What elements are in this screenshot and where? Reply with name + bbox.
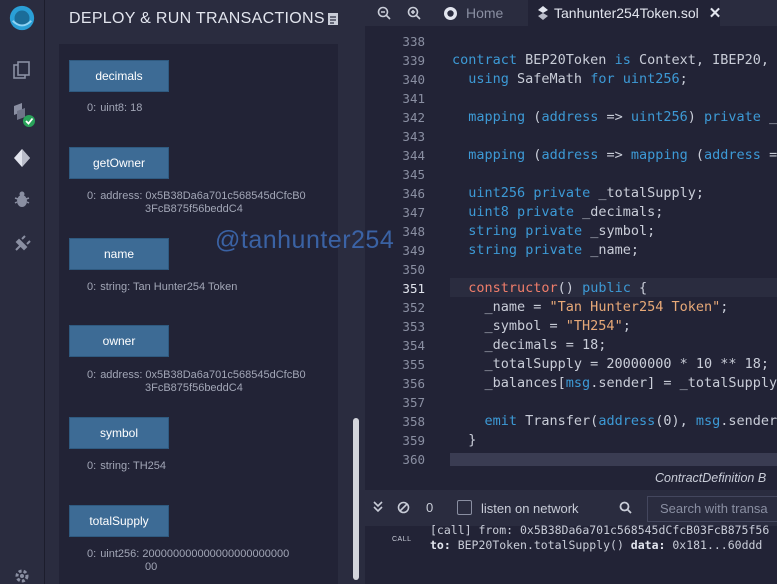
line-number: 356 [402, 376, 425, 391]
code-line[interactable]: emit Transfer(address(0), msg.sender, _ [452, 413, 777, 429]
code-line[interactable]: _balances[msg.sender] = _totalSupply; [452, 375, 777, 391]
name-button[interactable]: name [69, 238, 169, 270]
terminal-output: CALL [call] from: 0x5B38Da6a701c568545dC… [365, 523, 777, 584]
home-icon [443, 6, 458, 21]
code-editor[interactable]: 338 339 contract BEP20Token is Context, IB… [365, 26, 777, 466]
line-number: 350 [402, 262, 425, 277]
panel-scrollbar-thumb[interactable] [353, 418, 359, 580]
watermark-text: @tanhunter254 [215, 226, 395, 254]
plugin-manager-icon[interactable] [8, 230, 36, 258]
line-number: 345 [402, 167, 425, 182]
deploy-run-icon[interactable] [8, 144, 36, 172]
code-line[interactable]: _decimals = 18; [452, 337, 607, 353]
line-number: 352 [402, 300, 425, 315]
tab-file-label: Tanhunter254Token.sol [554, 5, 699, 21]
line-number: 344 [402, 148, 425, 163]
line-number: 341 [402, 91, 425, 106]
solidity-file-icon [538, 6, 548, 20]
documentation-icon[interactable] [327, 12, 341, 26]
decimals-output: 0: uint8: 18 [87, 102, 143, 114]
code-line[interactable]: } [452, 432, 476, 448]
line-number: 347 [402, 205, 425, 220]
deploy-run-panel: DEPLOY & RUN TRANSACTIONS decimals 0: uin… [45, 0, 365, 584]
listen-network-checkbox[interactable] [457, 500, 472, 515]
listen-network-label: listen on network [481, 501, 579, 516]
contract-definition-bar: ContractDefinition B [365, 466, 777, 490]
symbol-button[interactable]: symbol [69, 417, 169, 449]
code-line[interactable]: _name = "Tan Hunter254 Token"; [452, 299, 729, 315]
totalsupply-output: 0: uint256: 200000000000000000000000 00 [87, 548, 290, 573]
log-line-to: to: BEP20Token.totalSupply() data: 0x181… [430, 538, 763, 552]
line-number: 358 [402, 414, 425, 429]
terminal-search-input[interactable]: Search with transa [647, 496, 777, 522]
decimals-button[interactable]: decimals [69, 60, 169, 92]
name-output: 0: string: Tan Hunter254 Token [87, 281, 238, 293]
code-line[interactable]: _symbol = "TH254"; [452, 318, 631, 334]
settings-gear-icon[interactable] [8, 562, 36, 584]
file-explorer-icon[interactable] [8, 56, 36, 84]
line-number: 340 [402, 72, 425, 87]
code-line[interactable]: uint256 private _totalSupply; [452, 185, 704, 201]
code-line[interactable]: contract BEP20Token is Context, IBEP20, … [452, 52, 777, 68]
zoom-out-icon[interactable] [375, 4, 393, 22]
search-icon [619, 501, 632, 517]
remix-logo-icon[interactable] [8, 4, 36, 32]
tab-home[interactable]: Home [443, 0, 531, 26]
line-number: 354 [402, 338, 425, 353]
clear-console-icon[interactable] [397, 501, 410, 517]
code-line[interactable]: uint8 private _decimals; [452, 204, 663, 220]
tab-home-label: Home [466, 5, 504, 21]
close-tab-icon[interactable]: ✕ [709, 4, 722, 22]
line-number: 353 [402, 319, 425, 334]
pending-tx-count: 0 [426, 500, 434, 515]
line-number: 355 [402, 357, 425, 372]
line-number: 357 [402, 395, 425, 410]
line-number: 351 [402, 281, 425, 296]
collapse-terminal-icon[interactable] [373, 501, 383, 516]
code-line[interactable]: using SafeMath for uint256; [452, 71, 688, 87]
log-line-from: [call] from: 0x5B38Da6a701c568545dCfcB03… [430, 523, 770, 537]
owner-output: 0: address: 0x5B38Da6a701c568545dCfcB0 3Fc… [87, 369, 306, 394]
code-line[interactable]: constructor() public { [452, 280, 647, 296]
contract-definition-label: ContractDefinition B [655, 471, 767, 485]
line-number: 343 [402, 129, 425, 144]
terminal-toolbar: 0 listen on network Search with transa [365, 490, 777, 526]
call-badge: CALL [392, 536, 412, 543]
code-line[interactable]: mapping (address => uint256) private _b [452, 109, 777, 125]
line-number: 342 [402, 110, 425, 125]
owner-button[interactable]: owner [69, 325, 169, 357]
code-line[interactable]: mapping (address => mapping (address => [452, 147, 777, 163]
getowner-button[interactable]: getOwner [69, 147, 169, 179]
line-number: 338 [402, 34, 425, 49]
compiler-icon[interactable] [8, 100, 36, 128]
code-line[interactable]: string private _name; [452, 242, 639, 258]
panel-title: DEPLOY & RUN TRANSACTIONS [69, 10, 325, 27]
editor-horizontal-scrollbar[interactable] [450, 453, 777, 466]
function-list: decimals 0: uint8: 18 getOwner 0: address:… [59, 44, 338, 584]
tab-tanhunter254token[interactable]: Tanhunter254Token.sol ✕ [528, 0, 722, 26]
line-number: 360 [402, 452, 425, 466]
line-number: 346 [402, 186, 425, 201]
symbol-output: 0: string: TH254 [87, 460, 167, 472]
line-number: 359 [402, 433, 425, 448]
debugger-icon[interactable] [8, 186, 36, 214]
editor-tab-bar: Home Tanhunter254Token.sol ✕ [365, 0, 777, 26]
line-number: 339 [402, 53, 425, 68]
code-line[interactable]: string private _symbol; [452, 223, 655, 239]
code-line[interactable]: _totalSupply = 20000000 * 10 ** 18; [452, 356, 769, 372]
getowner-output: 0: address: 0x5B38Da6a701c568545dCfcB0 3Fc… [87, 190, 306, 215]
icon-sidebar [0, 0, 45, 584]
totalsupply-button[interactable]: totalSupply [69, 505, 169, 537]
zoom-in-icon[interactable] [405, 4, 423, 22]
